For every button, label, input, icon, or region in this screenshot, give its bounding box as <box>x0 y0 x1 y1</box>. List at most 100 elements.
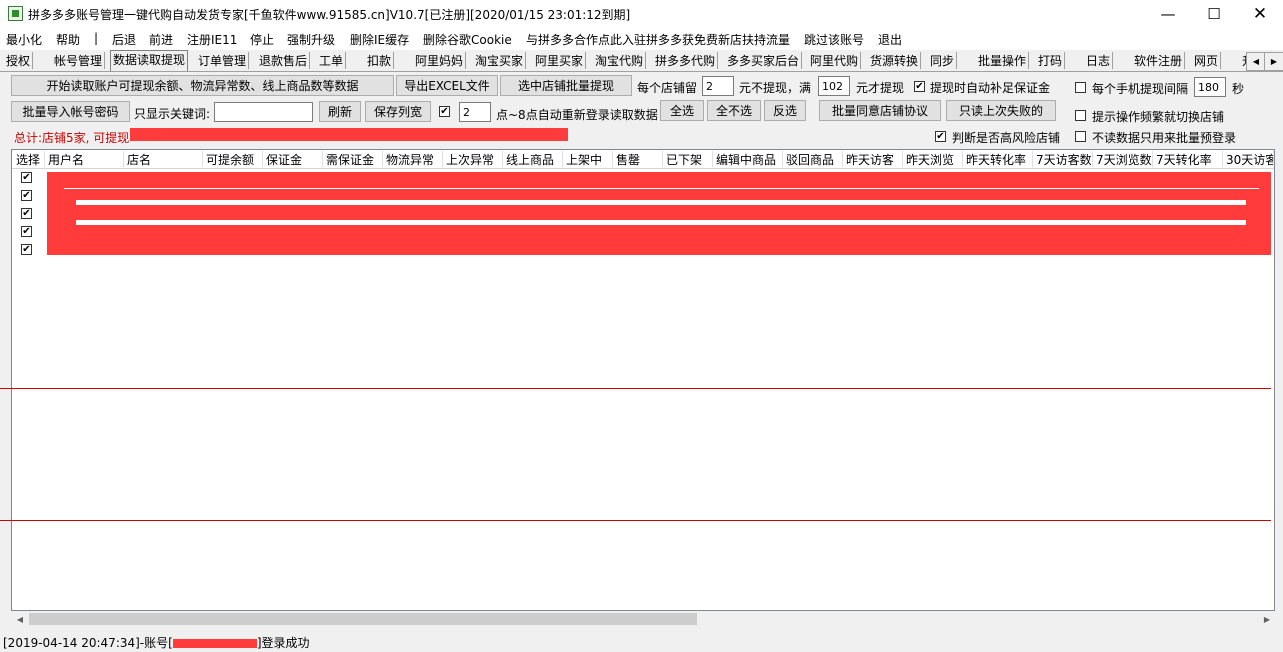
col-last-exception[interactable]: 上次异常 <box>443 151 503 167</box>
keyword-input[interactable] <box>214 102 313 122</box>
col-yesterday-conversion[interactable]: 昨天转化率 <box>963 151 1033 167</box>
start-read-button[interactable]: 开始读取账户可提现余额、物流异常数、线上商品数等数据 <box>11 75 394 96</box>
row-checkbox[interactable]: ✔ <box>21 244 32 255</box>
tab-pdd-proxy[interactable]: 拼多多代购 <box>653 52 719 69</box>
status-suffix: ]登录成功 <box>256 636 310 650</box>
col-select[interactable]: 选择 <box>13 151 45 167</box>
menu-minimize[interactable]: 最小化 <box>6 31 42 48</box>
tab-scroll-right-icon[interactable]: ▶ <box>1264 52 1283 71</box>
phone-interval-checkbox[interactable] <box>1075 82 1086 93</box>
col-username[interactable]: 用户名 <box>45 151 124 167</box>
tab-deduction[interactable]: 扣款 <box>365 52 395 69</box>
refresh-button[interactable]: 刷新 <box>319 101 361 122</box>
col-7day-conversion[interactable]: 7天转化率 <box>1153 151 1223 167</box>
tab-order-manage[interactable]: 订单管理 <box>196 52 250 69</box>
select-all-button[interactable]: 全选 <box>660 100 704 121</box>
col-off-shelf[interactable]: 已下架 <box>663 151 713 167</box>
menu-clear-ie-cache[interactable]: 删除IE缓存 <box>350 31 409 48</box>
read-failed-button[interactable]: 只读上次失败的 <box>946 100 1056 121</box>
col-editing-products[interactable]: 编辑中商品 <box>713 151 783 167</box>
menu-back[interactable]: 后退 <box>112 31 136 48</box>
tab-software-register[interactable]: 软件注册 <box>1132 52 1186 69</box>
col-required-deposit[interactable]: 需保证金 <box>323 151 383 167</box>
tab-source-convert[interactable]: 货源转换 <box>868 52 922 69</box>
store-data-grid[interactable]: 选择 用户名 店名 可提余额 保证金 需保证金 物流异常 上次异常 线上商品 上… <box>11 149 1275 625</box>
col-7day-visitors[interactable]: 7天访客数 <box>1033 151 1093 167</box>
tab-data-read-withdraw[interactable]: 数据读取提现 <box>110 50 189 71</box>
tab-account-manage[interactable]: 帐号管理 <box>52 52 106 69</box>
tab-batch-ops[interactable]: 批量操作 <box>976 52 1030 69</box>
menu-skip-account[interactable]: 跳过该账号 <box>804 31 864 48</box>
col-yesterday-views[interactable]: 昨天浏览 <box>903 151 963 167</box>
menu-forward[interactable]: 前进 <box>149 31 173 48</box>
row-checkbox[interactable]: ✔ <box>21 172 32 183</box>
tab-ali-buyer[interactable]: 阿里买家 <box>533 52 587 69</box>
horizontal-scrollbar[interactable]: ◀ ▶ <box>12 611 1275 627</box>
export-excel-button[interactable]: 导出EXCEL文件 <box>396 75 498 96</box>
menu-clear-chrome-cookie[interactable]: 删除谷歌Cookie <box>423 31 512 48</box>
menu-help[interactable]: 帮助 <box>56 31 80 48</box>
row-checkbox[interactable]: ✔ <box>21 190 32 201</box>
min-amount-input[interactable] <box>818 76 850 96</box>
menu-pdd-partner[interactable]: 与拼多多合作点此入驻拼多多获免费新店扶持流量 <box>526 31 790 48</box>
col-yesterday-visitors[interactable]: 昨天访客 <box>843 151 903 167</box>
col-deposit[interactable]: 保证金 <box>263 151 323 167</box>
tab-refund[interactable]: 退款售后 <box>257 52 311 69</box>
batch-agree-button[interactable]: 批量同意店铺协议 <box>819 100 941 121</box>
menu-separator: | <box>94 31 99 45</box>
phone-interval-input[interactable] <box>1194 77 1226 97</box>
menu-force-upgrade[interactable]: 强制升级 <box>287 31 335 48</box>
relogin-checkbox[interactable]: ✔ <box>439 106 450 117</box>
col-logistics-exception[interactable]: 物流异常 <box>383 151 443 167</box>
maximize-icon[interactable]: ☐ <box>1191 0 1237 28</box>
tab-bar: 授权 帐号管理 数据读取提现 订单管理 退款售后 工单 扣款 阿里妈妈 淘宝买家… <box>0 50 1283 72</box>
auto-deposit-checkbox[interactable]: ✔ <box>914 81 925 92</box>
tab-captcha[interactable]: 打码 <box>1036 52 1066 69</box>
scroll-left-icon[interactable]: ◀ <box>12 611 28 627</box>
minimize-icon[interactable]: — <box>1145 0 1191 28</box>
status-prefix: [2019-04-14 20:47:34]-账号[ <box>3 636 173 650</box>
tab-authorize[interactable]: 授权 <box>4 52 34 69</box>
menu-register-ie11[interactable]: 注册IE11 <box>187 31 237 48</box>
col-on-shelf[interactable]: 上架中 <box>563 151 613 167</box>
close-icon[interactable]: ✕ <box>1237 0 1283 28</box>
tab-taobao-proxy[interactable]: 淘宝代购 <box>593 52 647 69</box>
title-bar: 拼多多多账号管理一键代购自动发货专家[千鱼软件www.91585.cn]V10.… <box>0 0 1283 28</box>
no-batch-login-checkbox[interactable] <box>1075 131 1086 142</box>
keep-amount-input[interactable] <box>702 76 734 96</box>
col-7day-views[interactable]: 7天浏览数 <box>1093 151 1153 167</box>
switch-store-checkbox[interactable] <box>1075 110 1086 121</box>
tab-scroll-left-icon[interactable]: ◀ <box>1246 52 1266 71</box>
tab-ali-proxy[interactable]: 阿里代购 <box>808 52 862 69</box>
col-store-name[interactable]: 店名 <box>124 151 203 167</box>
col-sold-out[interactable]: 售罄 <box>613 151 663 167</box>
status-bar: [2019-04-14 20:47:34]-账号[ ]登录成功 <box>3 634 310 651</box>
col-rejected-products[interactable]: 驳回商品 <box>783 151 843 167</box>
batch-withdraw-button[interactable]: 选中店铺批量提现 <box>500 75 632 96</box>
invert-selection-button[interactable]: 反选 <box>764 100 806 121</box>
select-none-button[interactable]: 全不选 <box>707 100 761 121</box>
red-guide-line <box>0 520 1271 521</box>
col-online-products[interactable]: 线上商品 <box>503 151 563 167</box>
high-risk-checkbox[interactable]: ✔ <box>935 131 946 142</box>
tab-log[interactable]: 日志 <box>1084 52 1114 69</box>
scroll-right-icon[interactable]: ▶ <box>1259 611 1275 627</box>
relogin-hour-input[interactable] <box>459 102 491 122</box>
tab-taobao-buyer[interactable]: 淘宝买家 <box>473 52 527 69</box>
tab-sync[interactable]: 同步 <box>928 52 958 69</box>
scroll-thumb[interactable] <box>29 613 697 625</box>
menu-bar: 最小化 帮助 | 后退 前进 注册IE11 停止 强制升级 删除IE缓存 删除谷… <box>0 28 1283 50</box>
save-width-button[interactable]: 保存列宽 <box>365 101 431 122</box>
tab-work-order[interactable]: 工单 <box>317 52 347 69</box>
batch-import-button[interactable]: 批量导入帐号密码 <box>11 101 130 122</box>
menu-exit[interactable]: 退出 <box>878 31 902 48</box>
row-checkbox[interactable]: ✔ <box>21 226 32 237</box>
min-amount-label: 元不提现，满 <box>739 81 812 95</box>
col-30day-visitors[interactable]: 30天访客 <box>1223 151 1274 167</box>
col-available-balance[interactable]: 可提余额 <box>203 151 263 167</box>
menu-stop[interactable]: 停止 <box>250 31 274 48</box>
tab-alimama[interactable]: 阿里妈妈 <box>413 52 467 69</box>
tab-duoduo-buyer[interactable]: 多多买家后台 <box>725 52 803 69</box>
tab-webpage[interactable]: 网页 <box>1192 52 1222 69</box>
row-checkbox[interactable]: ✔ <box>21 208 32 219</box>
